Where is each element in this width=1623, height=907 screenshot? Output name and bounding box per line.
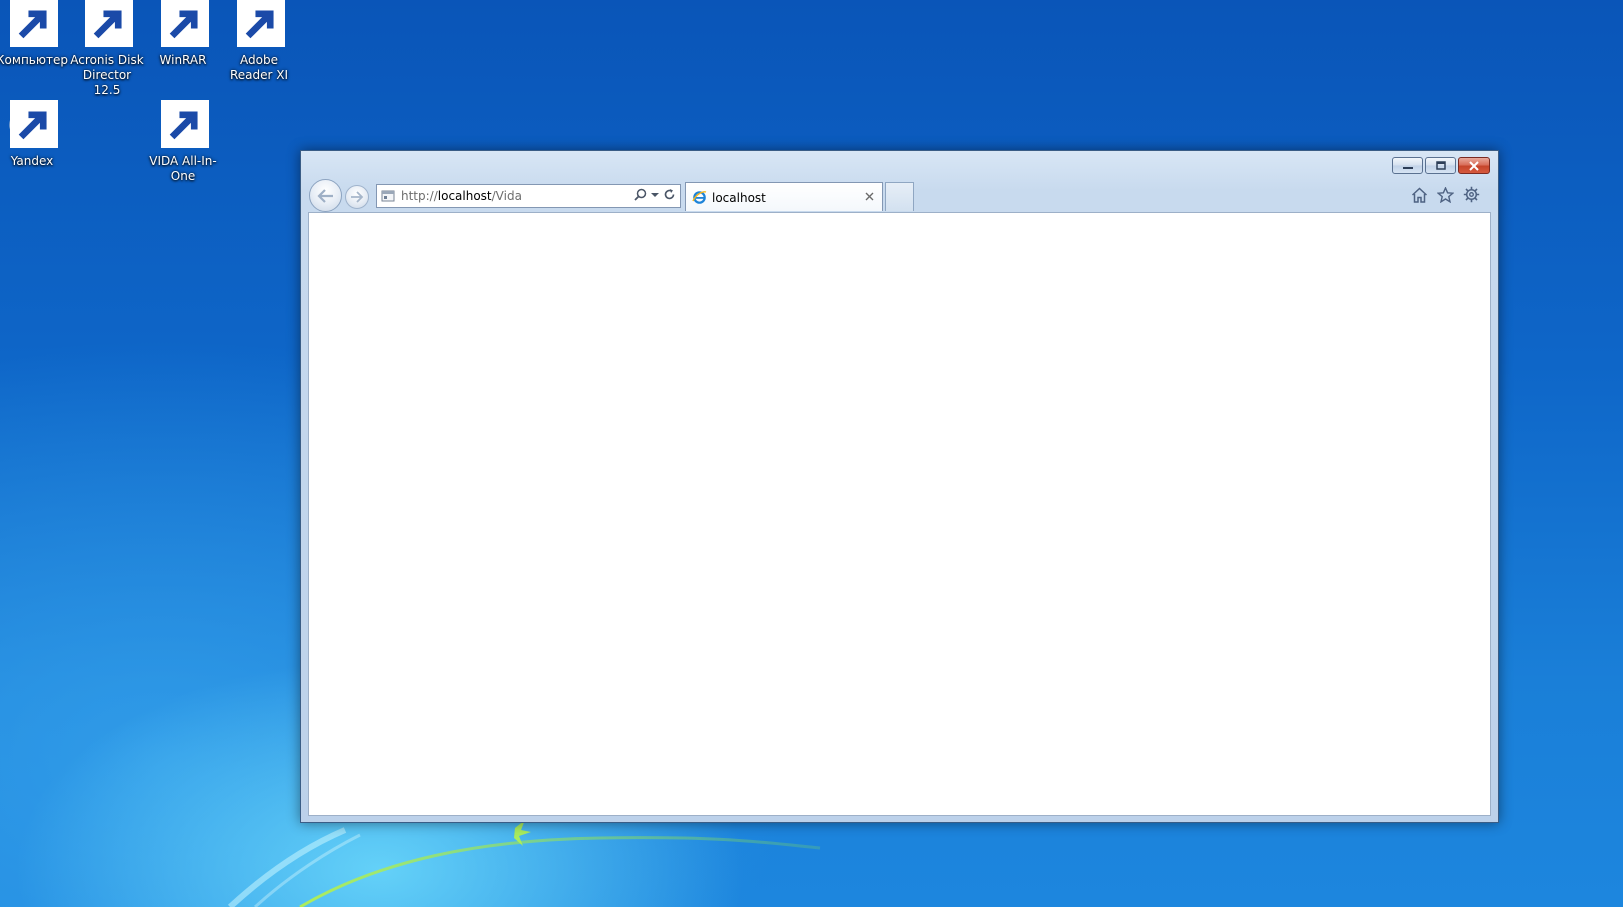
- url-host: localhost: [437, 189, 492, 203]
- ie-icon: [692, 191, 707, 204]
- close-icon: [865, 192, 874, 201]
- desktop-icon-vida[interactable]: VIDA All-In-One: [145, 100, 221, 184]
- desktop-icon-label: Компьютер: [0, 53, 68, 67]
- desktop-icon-label: WinRAR: [159, 53, 207, 67]
- new-tab-button[interactable]: [885, 182, 914, 211]
- desktop-icon-adobe-reader[interactable]: Adobe Reader XI: [221, 0, 297, 83]
- computer-icon: [8, 0, 58, 48]
- caption-buttons: [1392, 157, 1490, 174]
- command-icons: [1410, 185, 1481, 204]
- desktop: Компьютер Acronis Disk Director 12.5 Win…: [0, 0, 1623, 907]
- back-button[interactable]: [309, 179, 342, 212]
- yandex-icon: [8, 100, 58, 149]
- desktop-icon-computer[interactable]: Компьютер: [0, 0, 70, 68]
- desktop-icon-label: Yandex: [10, 154, 54, 168]
- acronis-icon: [83, 0, 133, 48]
- desktop-icon-label: Adobe Reader XI: [229, 53, 289, 82]
- desktop-icon-winrar[interactable]: WinRAR: [145, 0, 221, 68]
- search-icon[interactable]: [634, 188, 647, 201]
- tab-title: localhost: [712, 191, 766, 205]
- home-icon[interactable]: [1410, 185, 1429, 204]
- dropdown-arrow-icon[interactable]: [651, 192, 659, 198]
- back-arrow-icon: [316, 188, 333, 203]
- url-scheme: http://: [401, 189, 438, 203]
- minimize-icon: [1402, 166, 1413, 169]
- desktop-icon-yandex[interactable]: Yandex: [0, 100, 70, 169]
- forward-button[interactable]: [345, 185, 369, 209]
- address-url: http://localhost/Vida: [401, 189, 522, 203]
- desktop-icon-acronis[interactable]: Acronis Disk Director 12.5: [69, 0, 145, 98]
- url-path: /Vida: [491, 189, 522, 203]
- winrar-icon: [159, 0, 209, 48]
- desktop-icon-label: Acronis Disk Director 12.5: [70, 53, 144, 97]
- close-button[interactable]: [1458, 157, 1490, 174]
- vida-icon: [159, 100, 209, 149]
- minimize-button[interactable]: [1392, 157, 1423, 174]
- address-tools: [634, 188, 676, 201]
- browser-window: http://localhost/Vida localhost: [300, 150, 1499, 823]
- page-content[interactable]: [308, 212, 1491, 816]
- tab-close-button[interactable]: [863, 190, 876, 203]
- page-icon: [381, 190, 395, 202]
- refresh-icon[interactable]: [663, 188, 676, 201]
- desktop-icon-label: VIDA All-In-One: [149, 154, 217, 183]
- address-bar[interactable]: http://localhost/Vida: [376, 184, 681, 208]
- close-icon: [1469, 160, 1479, 171]
- navigation-bar: http://localhost/Vida localhost: [307, 177, 1487, 212]
- star-icon[interactable]: [1436, 185, 1455, 204]
- forward-arrow-icon: [351, 191, 364, 203]
- restore-button[interactable]: [1425, 157, 1456, 174]
- tab-localhost[interactable]: localhost: [685, 182, 883, 211]
- gear-icon[interactable]: [1462, 185, 1481, 204]
- restore-icon: [1435, 160, 1446, 170]
- adobe-reader-icon: [235, 0, 285, 48]
